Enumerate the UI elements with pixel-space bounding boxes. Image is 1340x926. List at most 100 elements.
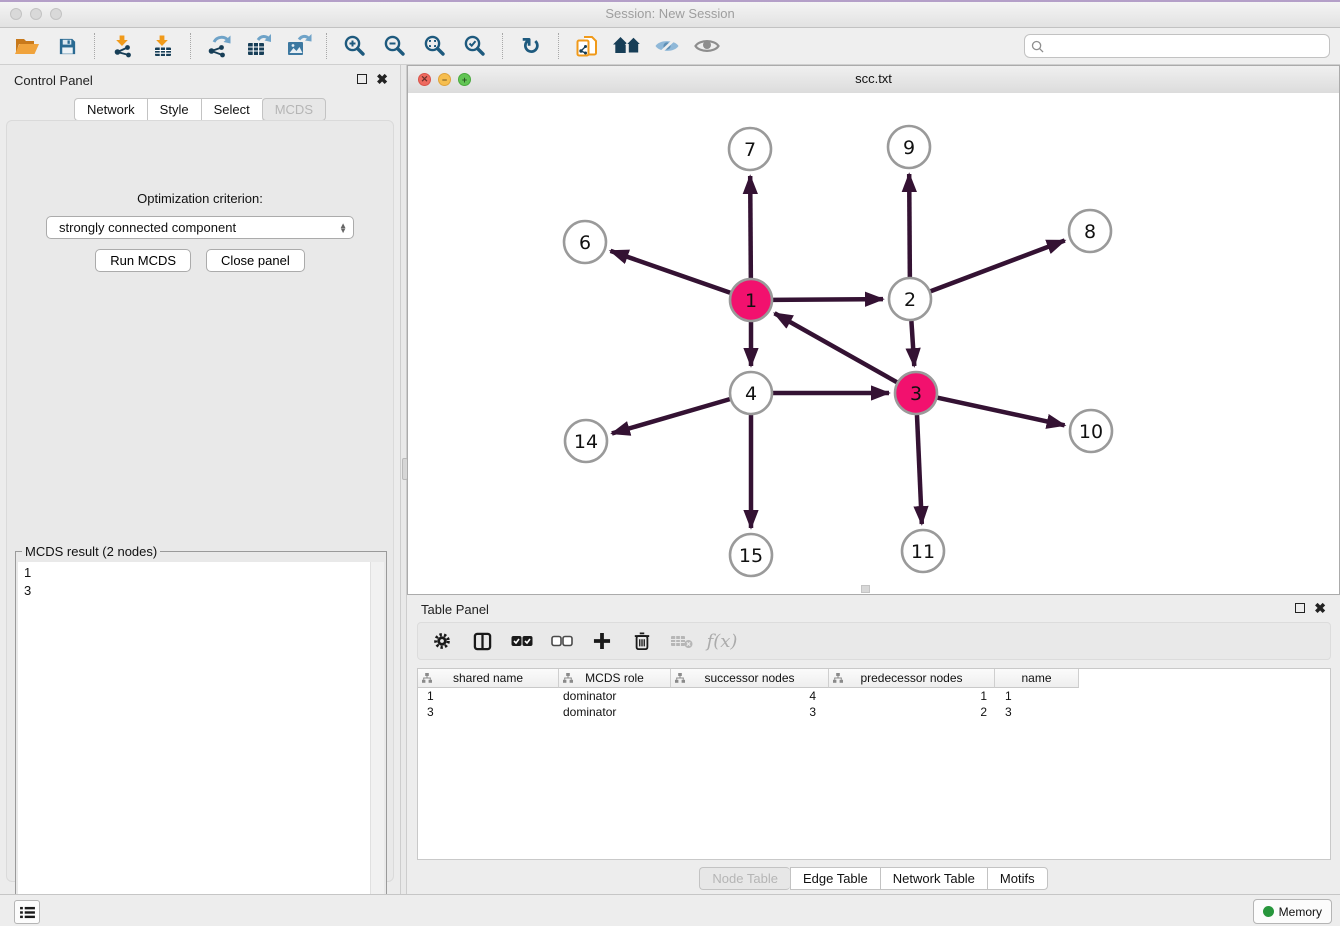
save-session-icon[interactable]	[50, 31, 84, 61]
network-canvas-svg[interactable]: 7 9 6 8 1 2 4 3 14 10 15 11	[408, 93, 1339, 594]
graph-edge-1-2[interactable]	[773, 299, 883, 300]
tab-mcds[interactable]: MCDS	[262, 98, 326, 121]
network-window-title: scc.txt	[408, 71, 1339, 86]
result-scrollbar[interactable]	[370, 562, 384, 926]
graph-node-6[interactable]: 6	[564, 221, 606, 263]
close-table-panel-icon[interactable]: ✖	[1314, 603, 1326, 613]
tab-node-table[interactable]: Node Table	[699, 867, 790, 890]
graph-edge-3-11[interactable]	[917, 415, 922, 524]
tab-select[interactable]: Select	[201, 98, 262, 121]
search-input[interactable]	[1048, 38, 1323, 54]
tree-icon	[422, 673, 432, 683]
clone-network-icon[interactable]	[570, 31, 604, 61]
show-all-icon[interactable]	[690, 31, 724, 61]
graph-node-15[interactable]: 15	[730, 534, 772, 576]
graph-node-7[interactable]: 7	[729, 128, 771, 170]
show-column-panel-icon[interactable]	[468, 627, 496, 655]
main-toolbar: ↻	[0, 28, 1340, 65]
cell-mcds-role: dominator	[559, 689, 671, 703]
tree-icon	[675, 673, 685, 683]
network-window-titlebar: ✕ − + scc.txt	[408, 66, 1339, 94]
zoom-out-icon[interactable]	[378, 31, 412, 61]
float-table-panel-icon[interactable]	[1295, 603, 1305, 613]
graph-node-2[interactable]: 2	[889, 278, 931, 320]
open-session-icon[interactable]	[10, 31, 44, 61]
status-bar: Memory	[0, 894, 1340, 926]
fit-content-icon[interactable]	[418, 31, 452, 61]
network-view-window: ✕ − + scc.txt 7 9 6 8 1 2 4 3 14 10 15 11	[407, 65, 1340, 595]
zoom-in-icon[interactable]	[338, 31, 372, 61]
create-column-icon[interactable]	[588, 627, 616, 655]
table-row[interactable]: 1 dominator 4 1 1	[418, 688, 1330, 704]
graph-edge-3-10[interactable]	[937, 398, 1064, 426]
graph-node-3[interactable]: 3	[895, 372, 937, 414]
float-panel-icon[interactable]	[357, 74, 367, 84]
run-mcds-button[interactable]: Run MCDS	[95, 249, 191, 272]
close-panel-icon[interactable]: ✖	[376, 74, 388, 84]
tab-edge-table[interactable]: Edge Table	[790, 867, 880, 890]
refresh-view-icon[interactable]: ↻	[514, 31, 548, 61]
column-header-predecessor-nodes[interactable]: predecessor nodes	[829, 669, 995, 688]
graph-node-4[interactable]: 4	[730, 372, 772, 414]
column-header-successor-nodes[interactable]: successor nodes	[671, 669, 829, 688]
table-toolbar: f(x)	[417, 622, 1331, 660]
control-panel-tabs: Network Style Select MCDS	[0, 98, 400, 121]
graph-node-10[interactable]: 10	[1070, 410, 1112, 452]
graph-node-label: 10	[1079, 421, 1103, 443]
graph-node-14[interactable]: 14	[565, 420, 607, 462]
graph-edge-2-8[interactable]	[931, 241, 1065, 292]
graph-node-9[interactable]: 9	[888, 126, 930, 168]
cell-shared-name: 3	[418, 705, 559, 719]
column-header-mcds-role[interactable]: MCDS role	[559, 669, 671, 688]
criterion-selected-value: strongly connected component	[59, 220, 339, 235]
unselect-all-columns-icon[interactable]	[548, 627, 576, 655]
delete-columns-icon[interactable]	[628, 627, 656, 655]
fit-selected-icon[interactable]	[458, 31, 492, 61]
graph-edge-2-3[interactable]	[911, 321, 914, 366]
table-panel-title: Table Panel	[421, 602, 489, 617]
tab-style[interactable]: Style	[147, 98, 201, 121]
function-builder-icon[interactable]: f(x)	[708, 627, 736, 655]
cell-name: 1	[995, 689, 1079, 703]
toolbar-separator	[326, 33, 328, 59]
task-history-button[interactable]	[14, 900, 40, 924]
window-title: Session: New Session	[0, 6, 1340, 21]
mcds-result-text[interactable]: 1 3	[18, 562, 384, 926]
tab-network-table[interactable]: Network Table	[880, 867, 987, 890]
column-header-name[interactable]: name	[995, 669, 1079, 688]
toolbar-separator	[558, 33, 560, 59]
graph-edge-2-9[interactable]	[909, 174, 910, 277]
graph-node-label: 4	[745, 383, 757, 405]
export-image-icon[interactable]	[282, 31, 316, 61]
apply-preferred-layout-icon[interactable]	[610, 31, 644, 61]
import-network-icon[interactable]	[106, 31, 140, 61]
criterion-select[interactable]: strongly connected component ▲▼	[46, 216, 354, 239]
import-table-icon[interactable]	[146, 31, 180, 61]
graph-node-1[interactable]: 1	[730, 279, 772, 321]
mcds-panel: Optimization criterion: strongly connect…	[6, 120, 394, 882]
close-panel-button[interactable]: Close panel	[206, 249, 305, 272]
search-field[interactable]	[1024, 34, 1330, 58]
export-network-icon[interactable]	[202, 31, 236, 61]
mcds-result-title: MCDS result (2 nodes)	[22, 544, 160, 559]
graph-edge-4-14[interactable]	[612, 399, 730, 433]
table-options-icon[interactable]	[428, 627, 456, 655]
table-row[interactable]: 3 dominator 3 2 3	[418, 704, 1330, 720]
cell-predecessor-nodes: 1	[829, 689, 995, 703]
delete-table-icon[interactable]	[668, 627, 696, 655]
select-all-columns-icon[interactable]	[508, 627, 536, 655]
graph-node-8[interactable]: 8	[1069, 210, 1111, 252]
cell-successor-nodes: 4	[671, 689, 829, 703]
tab-motifs[interactable]: Motifs	[987, 867, 1048, 890]
column-header-shared-name[interactable]: shared name	[418, 669, 559, 688]
graph-edge-1-7[interactable]	[750, 176, 751, 278]
export-table-icon[interactable]	[242, 31, 276, 61]
graph-edge-1-6[interactable]	[610, 251, 730, 293]
graph-node-11[interactable]: 11	[902, 530, 944, 572]
graph-edge-3-1[interactable]	[775, 313, 897, 382]
tab-network[interactable]: Network	[74, 98, 147, 121]
hide-selected-icon[interactable]	[650, 31, 684, 61]
panel-splitter[interactable]	[400, 65, 407, 896]
table-tabs: Node Table Edge Table Network Table Moti…	[407, 867, 1340, 890]
memory-button[interactable]: Memory	[1253, 899, 1332, 924]
